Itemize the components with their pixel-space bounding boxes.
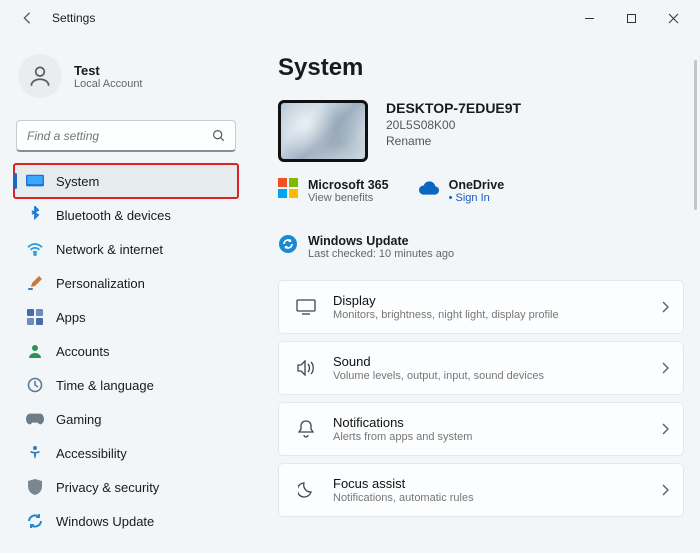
sidebar-item-system[interactable]: System — [14, 164, 238, 198]
sidebar-item-label: Accessibility — [56, 446, 127, 461]
brush-icon — [26, 274, 44, 292]
sidebar-item-label: System — [56, 174, 99, 189]
sidebar-item-label: Time & language — [56, 378, 154, 393]
device-model: 20L5S08K00 — [386, 118, 521, 132]
main-content: System DESKTOP-7EDUE9T 20L5S08K00 Rename… — [250, 36, 700, 553]
back-button[interactable] — [20, 11, 34, 25]
search-icon — [212, 129, 225, 142]
card-display[interactable]: Display Monitors, brightness, night ligh… — [278, 280, 684, 334]
sidebar-nav: System Bluetooth & devices Network & int… — [14, 164, 238, 538]
sidebar-item-label: Personalization — [56, 276, 145, 291]
update-icon — [26, 512, 44, 530]
settings-cards: Display Monitors, brightness, night ligh… — [278, 280, 684, 517]
search-box[interactable] — [16, 120, 236, 152]
sidebar-item-label: Privacy & security — [56, 480, 159, 495]
sidebar-item-time-language[interactable]: Time & language — [14, 368, 238, 402]
card-title: Notifications — [333, 415, 472, 430]
sidebar-item-network[interactable]: Network & internet — [14, 232, 238, 266]
minimize-button[interactable] — [568, 3, 610, 33]
device-name: DESKTOP-7EDUE9T — [386, 100, 521, 116]
sidebar-item-windows-update[interactable]: Windows Update — [14, 504, 238, 538]
sidebar-item-accessibility[interactable]: Accessibility — [14, 436, 238, 470]
sidebar-item-label: Accounts — [56, 344, 109, 359]
search-input[interactable] — [27, 129, 212, 143]
card-notifications[interactable]: Notifications Alerts from apps and syste… — [278, 402, 684, 456]
card-title: Display — [333, 293, 559, 308]
bell-icon — [295, 420, 317, 438]
service-sub: Last checked: 10 minutes ago — [308, 248, 454, 260]
moon-icon — [295, 482, 317, 498]
avatar — [18, 54, 62, 98]
user-name: Test — [74, 63, 143, 78]
service-microsoft365[interactable]: Microsoft 365 View benefits — [278, 178, 389, 204]
sidebar-item-gaming[interactable]: Gaming — [14, 402, 238, 436]
service-title: OneDrive — [449, 178, 505, 192]
shield-icon — [26, 478, 44, 496]
service-onedrive[interactable]: OneDrive • Sign In — [419, 178, 505, 204]
chevron-right-icon — [661, 301, 669, 313]
sidebar-item-label: Gaming — [56, 412, 102, 427]
sidebar-item-privacy[interactable]: Privacy & security — [14, 470, 238, 504]
person-icon — [26, 342, 44, 360]
update-status-icon — [278, 234, 298, 254]
services-row: Microsoft 365 View benefits OneDrive • S… — [278, 174, 684, 270]
service-windows-update[interactable]: Windows Update Last checked: 10 minutes … — [278, 234, 684, 260]
window-title: Settings — [52, 11, 95, 25]
chevron-right-icon — [661, 362, 669, 374]
account-header[interactable]: Test Local Account — [14, 46, 238, 114]
sidebar-item-bluetooth[interactable]: Bluetooth & devices — [14, 198, 238, 232]
sidebar-item-label: Apps — [56, 310, 86, 325]
title-bar: Settings — [0, 0, 700, 36]
card-sound[interactable]: Sound Volume levels, output, input, soun… — [278, 341, 684, 395]
gamepad-icon — [26, 410, 44, 428]
sidebar-item-apps[interactable]: Apps — [14, 300, 238, 334]
device-thumbnail — [278, 100, 368, 162]
sidebar-item-personalization[interactable]: Personalization — [14, 266, 238, 300]
wifi-icon — [26, 240, 44, 258]
scrollbar[interactable] — [694, 60, 697, 210]
sidebar: Test Local Account System Bluetooth & de… — [0, 36, 250, 553]
service-sub[interactable]: • Sign In — [449, 192, 505, 204]
monitor-icon — [26, 172, 44, 190]
microsoft-logo-icon — [278, 178, 298, 198]
page-title: System — [278, 54, 684, 82]
apps-icon — [26, 308, 44, 326]
onedrive-icon — [419, 178, 439, 198]
card-focus-assist[interactable]: Focus assist Notifications, automatic ru… — [278, 463, 684, 517]
accessibility-icon — [26, 444, 44, 462]
card-sub: Volume levels, output, input, sound devi… — [333, 370, 544, 382]
card-sub: Alerts from apps and system — [333, 431, 472, 443]
card-sub: Notifications, automatic rules — [333, 492, 474, 504]
service-title: Windows Update — [308, 234, 454, 248]
card-title: Focus assist — [333, 476, 474, 491]
service-sub: View benefits — [308, 192, 389, 204]
sidebar-item-label: Bluetooth & devices — [56, 208, 171, 223]
card-title: Sound — [333, 354, 544, 369]
sidebar-item-accounts[interactable]: Accounts — [14, 334, 238, 368]
chevron-right-icon — [661, 484, 669, 496]
chevron-right-icon — [661, 423, 669, 435]
rename-link[interactable]: Rename — [386, 134, 521, 148]
card-sub: Monitors, brightness, night light, displ… — [333, 309, 559, 321]
maximize-button[interactable] — [610, 3, 652, 33]
display-icon — [295, 299, 317, 315]
device-summary: DESKTOP-7EDUE9T 20L5S08K00 Rename — [278, 100, 684, 162]
bluetooth-icon — [26, 206, 44, 224]
clock-icon — [26, 376, 44, 394]
sound-icon — [295, 360, 317, 376]
service-title: Microsoft 365 — [308, 178, 389, 192]
user-subtitle: Local Account — [74, 78, 143, 90]
close-button[interactable] — [652, 3, 694, 33]
sidebar-item-label: Windows Update — [56, 514, 154, 529]
sidebar-item-label: Network & internet — [56, 242, 163, 257]
